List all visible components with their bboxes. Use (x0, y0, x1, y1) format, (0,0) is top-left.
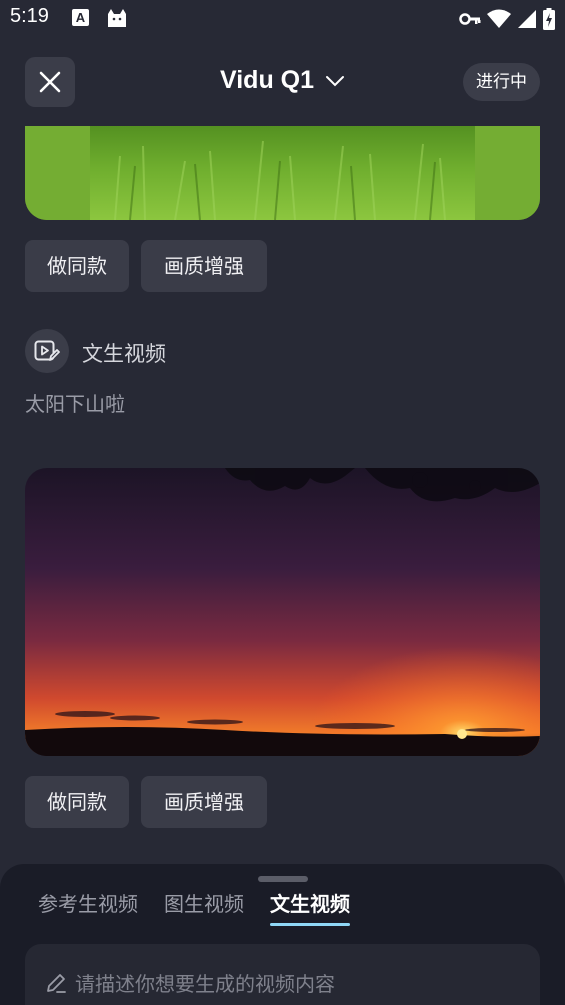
wifi-icon (487, 9, 511, 28)
chevron-down-icon (325, 76, 344, 87)
quality-enhance-button[interactable]: 画质增强 (141, 776, 267, 828)
model-name: Vidu Q1 (220, 66, 315, 94)
mode-tabs: 参考生视频 图生视频 文生视频 (38, 888, 350, 926)
cat-app-icon (108, 9, 126, 27)
video-thumbnail-grass[interactable] (25, 126, 540, 220)
video-edit-icon (34, 340, 60, 361)
status-time: 5:19 (10, 5, 49, 27)
bottom-sheet[interactable]: 参考生视频 图生视频 文生视频 请描述你想要生成的视频内容 (0, 864, 565, 1005)
tab-image-to-video[interactable]: 图生视频 (164, 888, 244, 920)
status-bar: 5:19 A (0, 0, 565, 38)
vpn-key-icon (459, 13, 481, 25)
prompt-input[interactable]: 请描述你想要生成的视频内容 (25, 944, 540, 1005)
tab-text-to-video[interactable]: 文生视频 (270, 888, 350, 926)
prompt-text: 太阳下山啦 (25, 392, 125, 416)
video-thumbnail-sunset[interactable] (25, 468, 540, 756)
status-badge[interactable]: 进行中 (463, 63, 540, 101)
text-to-video-mode-icon (25, 329, 69, 373)
tab-reference-to-video[interactable]: 参考生视频 (38, 888, 138, 920)
prompt-placeholder: 请描述你想要生成的视频内容 (75, 972, 335, 996)
battery-charging-icon (543, 8, 555, 30)
quality-enhance-button[interactable]: 画质增强 (141, 240, 267, 292)
drag-handle[interactable] (258, 876, 308, 882)
mode-label: 文生视频 (82, 342, 166, 366)
top-bar: Vidu Q1 进行中 (0, 38, 565, 126)
cellular-signal-icon (518, 10, 536, 28)
make-same-button[interactable]: 做同款 (25, 776, 129, 828)
make-same-button[interactable]: 做同款 (25, 240, 129, 292)
notification-a-icon: A (72, 9, 89, 26)
pencil-icon (47, 974, 66, 993)
